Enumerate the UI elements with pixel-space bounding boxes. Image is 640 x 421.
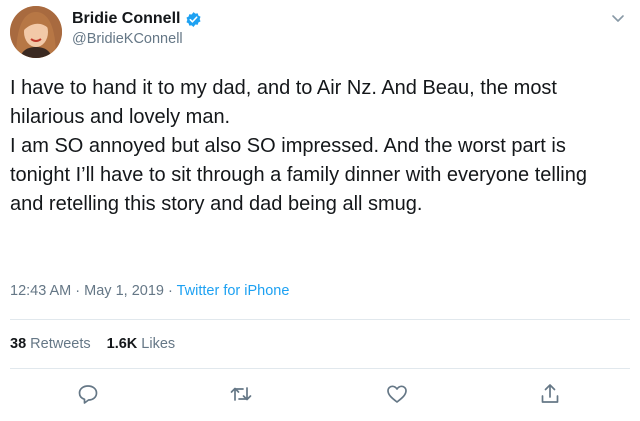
likes-label: Likes <box>141 336 176 352</box>
avatar[interactable] <box>10 6 62 58</box>
tweet-header: Bridie Connell @BridieKConnell <box>10 6 630 58</box>
display-name[interactable]: Bridie Connell <box>72 10 180 28</box>
retweets-count: 38 <box>10 336 27 352</box>
action-bar <box>0 382 640 412</box>
tweet-paragraph: I am SO annoyed but also SO impressed. A… <box>10 135 587 215</box>
tweet-source[interactable]: Twitter for iPhone <box>177 283 290 299</box>
tweet-time[interactable]: 12:43 AM <box>10 283 71 299</box>
tweet-meta: 12:43 AM · May 1, 2019 · Twitter for iPh… <box>10 283 289 299</box>
verified-badge-icon <box>185 11 202 28</box>
retweet-icon[interactable] <box>229 382 253 406</box>
share-icon[interactable] <box>538 382 562 406</box>
tweet-text: I have to hand it to my dad, and to Air … <box>10 74 610 219</box>
retweets-stat[interactable]: 38 Retweets <box>10 336 91 352</box>
retweets-label: Retweets <box>30 336 91 352</box>
divider <box>10 368 630 369</box>
likes-stat[interactable]: 1.6K Likes <box>107 336 176 352</box>
reply-icon[interactable] <box>76 382 100 406</box>
meta-separator: · <box>71 283 85 299</box>
meta-separator: · <box>163 283 177 299</box>
author-block[interactable]: Bridie Connell @BridieKConnell <box>72 10 202 47</box>
chevron-down-icon[interactable] <box>610 10 626 26</box>
likes-count: 1.6K <box>106 336 138 352</box>
tweet-stats: 38 Retweets 1.6K Likes <box>10 336 175 352</box>
tweet-paragraph: I have to hand it to my dad, and to Air … <box>10 77 557 128</box>
divider <box>10 319 630 320</box>
heart-icon[interactable] <box>385 382 409 406</box>
tweet-date[interactable]: May 1, 2019 <box>84 283 164 299</box>
handle[interactable]: @BridieKConnell <box>72 31 202 47</box>
